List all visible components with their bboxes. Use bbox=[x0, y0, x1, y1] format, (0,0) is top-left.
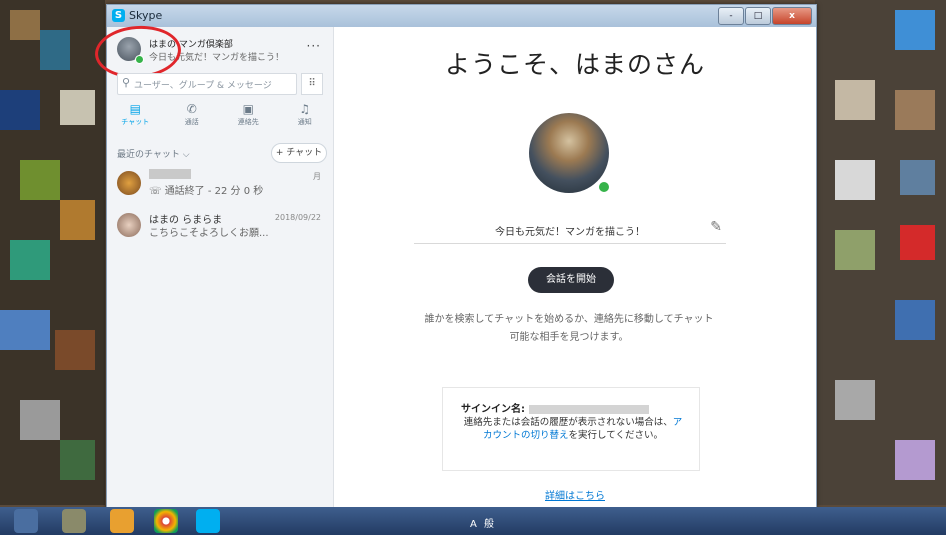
search-placeholder: ユーザー、グループ & メッセージ bbox=[134, 81, 272, 91]
chat-list-item[interactable]: はまの らまらま こちらこそよろしくお願... 2018/09/22 bbox=[117, 211, 327, 243]
taskbar: A 般 bbox=[0, 507, 946, 535]
phone-icon: ✆ bbox=[186, 102, 197, 116]
welcome-title: ようこそ、はまのさん bbox=[444, 50, 705, 79]
desktop-right-area bbox=[815, 0, 946, 505]
dialpad-icon[interactable]: ⠿ bbox=[301, 73, 323, 95]
call-end-icon: ☏ bbox=[149, 186, 165, 197]
user-avatar[interactable] bbox=[529, 113, 609, 193]
window-controls: - □ x bbox=[718, 7, 812, 25]
minimize-button[interactable]: - bbox=[718, 7, 744, 25]
chrome-icon[interactable] bbox=[154, 509, 178, 533]
help-description: 誰かを検索してチャットを始めるか、連絡先に移動してチャット可能な相手を見つけます… bbox=[424, 314, 714, 343]
tab-notifications[interactable]: ♫ 通知 bbox=[277, 101, 334, 135]
signin-help-text: 連絡先または会話の履歴が表示されない場合は、アカウントの切り替えを実行してくださ… bbox=[463, 417, 683, 441]
tab-chat-label: チャット bbox=[121, 118, 150, 126]
desktop-left-area bbox=[0, 0, 105, 505]
search-input[interactable]: ⚲ ユーザー、グループ & メッセージ bbox=[117, 73, 297, 95]
tab-notifications-label: 通知 bbox=[297, 118, 312, 126]
contacts-icon: ▣ bbox=[242, 102, 254, 116]
bell-icon: ♫ bbox=[299, 102, 311, 116]
pencil-icon[interactable]: ✎ bbox=[710, 219, 722, 235]
chat-date: 月 bbox=[313, 172, 321, 181]
skype-logo-icon: S bbox=[112, 9, 125, 22]
recent-chats-header: 最近のチャット ⌵ + チャット bbox=[117, 143, 327, 163]
recent-chats-label[interactable]: 最近のチャット ⌵ bbox=[117, 147, 190, 160]
redacted-signin-name bbox=[529, 404, 649, 414]
main-panel: ようこそ、はまのさん 今日も元気だ！マンガを描こう！ ✎ 会話を開始 誰かを検索… bbox=[334, 27, 816, 508]
tab-calls-label: 通話 bbox=[184, 118, 199, 126]
tab-calls[interactable]: ✆ 通話 bbox=[164, 101, 221, 135]
search-icon: ⚲ bbox=[122, 76, 131, 89]
system-tray: A 般 bbox=[470, 519, 497, 530]
more-options-button[interactable]: ··· bbox=[307, 39, 321, 53]
signin-label: サインイン名: bbox=[461, 400, 649, 415]
chat-icon: ▤ bbox=[129, 102, 141, 116]
mood-field[interactable]: 今日も元気だ！マンガを描こう！ ✎ bbox=[414, 215, 726, 244]
skype-window: S Skype - □ x はまの マンガ倶楽部 今日も元気だ！マンガを描こう！… bbox=[93, 4, 817, 509]
details-link[interactable]: 詳細はこちら bbox=[334, 487, 816, 502]
chat-date: 2018/09/22 bbox=[274, 213, 321, 222]
profile-header[interactable]: はまの マンガ倶楽部 今日も元気だ！マンガを描こう！ ··· bbox=[93, 23, 327, 81]
start-conversation-button[interactable]: 会話を開始 bbox=[528, 267, 614, 293]
chat-name bbox=[149, 169, 191, 180]
tab-contacts[interactable]: ▣ 連絡先 bbox=[220, 101, 277, 135]
start-icon[interactable] bbox=[14, 509, 38, 533]
chat-avatar bbox=[117, 213, 141, 237]
online-status-icon bbox=[597, 180, 611, 194]
skype-taskbar-icon[interactable] bbox=[196, 509, 220, 533]
tab-contacts-label: 連絡先 bbox=[237, 118, 259, 126]
chat-avatar bbox=[117, 171, 141, 195]
chat-list-item[interactable]: ☏ 通話終了 - 22 分 0 秒 月 bbox=[117, 169, 327, 201]
tab-chat[interactable]: ▤ チャット bbox=[107, 101, 164, 135]
sidebar: はまの マンガ倶楽部 今日も元気だ！マンガを描こう！ ··· ⚲ ユーザー、グル… bbox=[93, 23, 334, 508]
new-chat-button[interactable]: + チャット bbox=[271, 143, 327, 163]
title-bar[interactable]: S Skype - □ x bbox=[107, 5, 816, 27]
nav-tabs: ▤ チャット ✆ 通話 ▣ 連絡先 ♫ 通知 bbox=[107, 101, 333, 135]
close-button[interactable]: x bbox=[772, 7, 812, 25]
maximize-button[interactable]: □ bbox=[745, 7, 771, 25]
chat-preview: ☏ 通話終了 - 22 分 0 秒 bbox=[149, 186, 264, 197]
mood-text: 今日も元気だ！マンガを描こう！ bbox=[495, 227, 645, 238]
window-title: Skype bbox=[129, 9, 163, 22]
explorer-icon[interactable] bbox=[62, 509, 86, 533]
signin-info-box: サインイン名: 連絡先または会話の履歴が表示されない場合は、アカウントの切り替え… bbox=[442, 387, 700, 471]
folder-icon[interactable] bbox=[110, 509, 134, 533]
redacted-name bbox=[149, 169, 191, 179]
chat-preview: こちらこそよろしくお願... bbox=[149, 228, 269, 239]
